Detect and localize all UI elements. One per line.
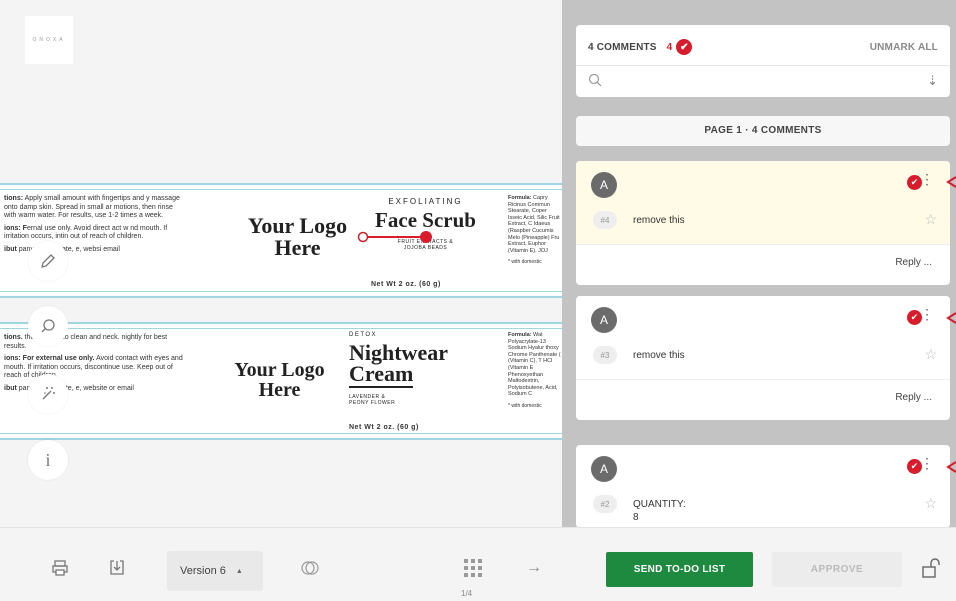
comment-text: QUANTITY: 8: [633, 499, 686, 523]
brand-mark: ONOXA: [32, 37, 66, 43]
net-weight: Net Wt 2 oz. (60 g): [349, 424, 419, 431]
label-border-line: [0, 433, 562, 434]
resolved-count: 4: [666, 41, 673, 53]
product-underline: [349, 386, 413, 388]
comments-count-label: 4 COMMENTS: [588, 41, 657, 53]
draw-tool-button[interactable]: [28, 241, 68, 281]
label-border-line: [0, 291, 562, 292]
comment-text: remove this: [633, 350, 685, 361]
search-icon[interactable]: [588, 73, 602, 87]
formula-text: Formula: Capry Ricinus Commun Stearate, …: [508, 195, 560, 266]
zoom-icon: [41, 319, 55, 333]
comment-number-badge: #3: [593, 346, 617, 364]
annotation-line-marker[interactable]: [356, 229, 436, 243]
comment-card[interactable]: A ✔ ⋮ #3 remove this ☆ Reply ...: [576, 296, 950, 420]
more-options-icon[interactable]: ⋮: [920, 172, 934, 186]
avatar: A: [591, 172, 617, 198]
net-weight: Net Wt 2 oz. (60 g): [371, 281, 441, 288]
pages-grid-icon[interactable]: [463, 558, 483, 578]
check-icon: ✔: [676, 39, 693, 55]
divider: [576, 65, 950, 66]
compare-versions-icon[interactable]: [300, 559, 320, 577]
page-counter: 1/4: [461, 589, 473, 598]
product-name: Nightwear Cream: [349, 340, 448, 386]
document-canvas[interactable]: ONOXA tions: Apply small amount with fin…: [0, 0, 562, 527]
unmark-all-button[interactable]: UNMARK ALL: [870, 42, 938, 53]
product-title: DETOX Nightwear Cream LAVENDER & PEONY F…: [349, 332, 464, 406]
reply-button[interactable]: Reply ...: [895, 392, 932, 403]
approve-button[interactable]: APPROVE: [772, 552, 902, 587]
comment-number-badge: #2: [593, 495, 617, 513]
product-name: Face Scrub: [375, 208, 476, 232]
info-button[interactable]: i: [28, 440, 68, 480]
star-icon[interactable]: ☆: [924, 211, 937, 228]
pencil-icon: [41, 254, 55, 268]
avatar: A: [591, 456, 617, 482]
next-page-arrow-icon[interactable]: →: [526, 559, 542, 577]
brand-logo: ONOXA: [25, 16, 73, 64]
star-icon[interactable]: ☆: [924, 346, 937, 363]
version-label: Version 6: [180, 565, 226, 577]
arrow-left-icon: [946, 461, 956, 473]
comments-header: 4 COMMENTS 4 ✔ UNMARK ALL ⇣: [576, 25, 950, 97]
zoom-tool-button[interactable]: [28, 306, 68, 346]
bottom-toolbar: Version 6 ▲ 1/4 → SEND TO-DO LIST APPROV…: [0, 527, 956, 601]
star-icon[interactable]: ☆: [924, 495, 937, 512]
magic-wand-button[interactable]: [28, 374, 68, 414]
print-icon[interactable]: [51, 559, 69, 577]
page-group-header[interactable]: PAGE 1 · 4 COMMENTS: [576, 116, 950, 146]
unlock-icon[interactable]: [921, 557, 941, 579]
send-todo-list-button[interactable]: SEND TO-DO LIST: [606, 552, 753, 587]
label-border-line: [0, 189, 562, 190]
magic-wand-icon: [42, 387, 55, 400]
info-icon: i: [45, 449, 51, 470]
arrow-left-icon: [946, 312, 956, 324]
arrow-left-icon: [946, 176, 956, 188]
sort-icon[interactable]: ⇣: [927, 73, 938, 89]
comments-panel[interactable]: 4 COMMENTS 4 ✔ UNMARK ALL ⇣ PAGE 1 · 4 C…: [562, 0, 956, 527]
product-kicker: EXFOLIATING: [388, 197, 463, 206]
comment-card[interactable]: A ✔ ⋮ #4 remove this ☆ Reply ...: [576, 161, 950, 285]
avatar: A: [591, 307, 617, 333]
download-icon[interactable]: [108, 559, 126, 577]
product-kicker: DETOX: [349, 332, 378, 338]
caret-up-icon: ▲: [235, 567, 243, 575]
more-options-icon[interactable]: ⋮: [920, 456, 934, 470]
comment-card[interactable]: A ✔ ⋮ #2 QUANTITY: 8 ☆: [576, 445, 950, 527]
label-nightwear-cream[interactable]: tions. the evening to clean and neck. ni…: [0, 322, 562, 440]
label-face-scrub[interactable]: tions: Apply small amount with fingertip…: [0, 183, 562, 298]
logo-placeholder: Your Logo Here: [247, 213, 348, 260]
product-subtitle: LAVENDER & PEONY FLOWER: [349, 394, 396, 406]
label-border-line: [0, 328, 562, 329]
more-options-icon[interactable]: ⋮: [920, 307, 934, 321]
version-select[interactable]: Version 6 ▲: [167, 551, 263, 591]
comment-text: remove this: [633, 215, 685, 226]
logo-placeholder: Your Logo Here: [234, 359, 325, 401]
formula-text: Formula: Wat Polyacrylate-13 Sodium Hyal…: [508, 332, 561, 409]
reply-button[interactable]: Reply ...: [895, 257, 932, 268]
comment-number-badge: #4: [593, 211, 617, 229]
